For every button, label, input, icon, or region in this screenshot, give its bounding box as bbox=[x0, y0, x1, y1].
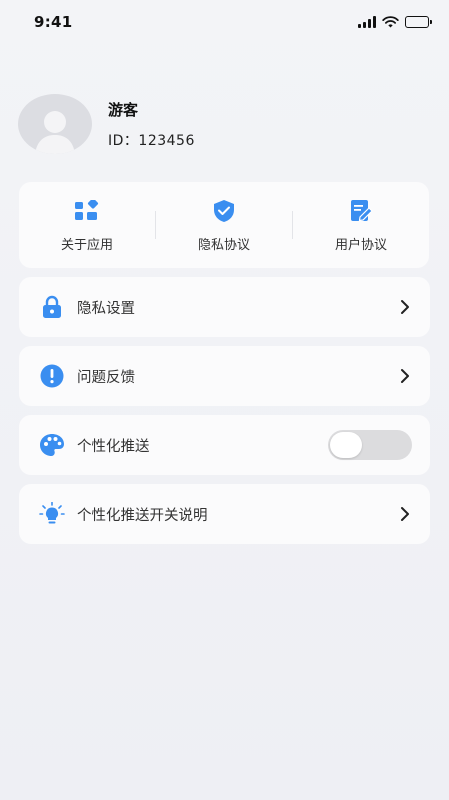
chevron-right-icon bbox=[401, 300, 409, 314]
cellular-signal-icon bbox=[358, 16, 376, 28]
quick-actions-card: 关于应用 隐私协议 用户协议 bbox=[19, 182, 429, 268]
privacy-agreement-button[interactable]: 隐私协议 bbox=[156, 182, 292, 268]
user-agreement-label: 用户协议 bbox=[334, 237, 387, 253]
user-id: ID：123456 bbox=[108, 132, 195, 149]
chevron-right-icon bbox=[401, 507, 409, 521]
toggle-knob bbox=[330, 432, 362, 458]
profile-header[interactable]: 游客 ID：123456 bbox=[18, 94, 195, 154]
feedback-row[interactable]: 问题反馈 bbox=[19, 346, 430, 406]
document-edit-icon bbox=[351, 199, 373, 221]
wifi-icon bbox=[382, 16, 399, 28]
about-app-label: 关于应用 bbox=[60, 237, 113, 253]
chevron-right-icon bbox=[401, 369, 409, 383]
user-nickname: 游客 bbox=[108, 100, 139, 119]
feedback-label: 问题反馈 bbox=[77, 369, 135, 386]
palette-icon bbox=[40, 434, 64, 456]
privacy-agreement-label: 隐私协议 bbox=[197, 237, 250, 253]
exclamation-icon bbox=[40, 364, 64, 388]
default-user-icon bbox=[35, 111, 75, 154]
push-explanation-row[interactable]: 个性化推送开关说明 bbox=[19, 484, 430, 544]
privacy-settings-row[interactable]: 隐私设置 bbox=[19, 277, 430, 337]
apps-icon bbox=[75, 199, 99, 220]
shield-check-icon bbox=[214, 199, 234, 222]
status-bar: 9:41 bbox=[0, 0, 449, 44]
status-icons bbox=[358, 16, 432, 28]
lightbulb-icon bbox=[39, 502, 65, 524]
lock-icon bbox=[43, 295, 61, 318]
status-time: 9:41 bbox=[34, 13, 73, 31]
personalized-push-toggle[interactable] bbox=[328, 430, 412, 460]
privacy-settings-label: 隐私设置 bbox=[77, 300, 135, 317]
avatar[interactable] bbox=[18, 94, 92, 154]
about-app-button[interactable]: 关于应用 bbox=[19, 182, 155, 268]
personalized-push-row: 个性化推送 bbox=[19, 415, 430, 475]
push-explanation-label: 个性化推送开关说明 bbox=[77, 507, 208, 524]
profile-info: 游客 ID：123456 bbox=[108, 99, 195, 150]
user-agreement-button[interactable]: 用户协议 bbox=[293, 182, 429, 268]
personalized-push-label: 个性化推送 bbox=[77, 438, 150, 455]
battery-icon bbox=[405, 16, 432, 28]
